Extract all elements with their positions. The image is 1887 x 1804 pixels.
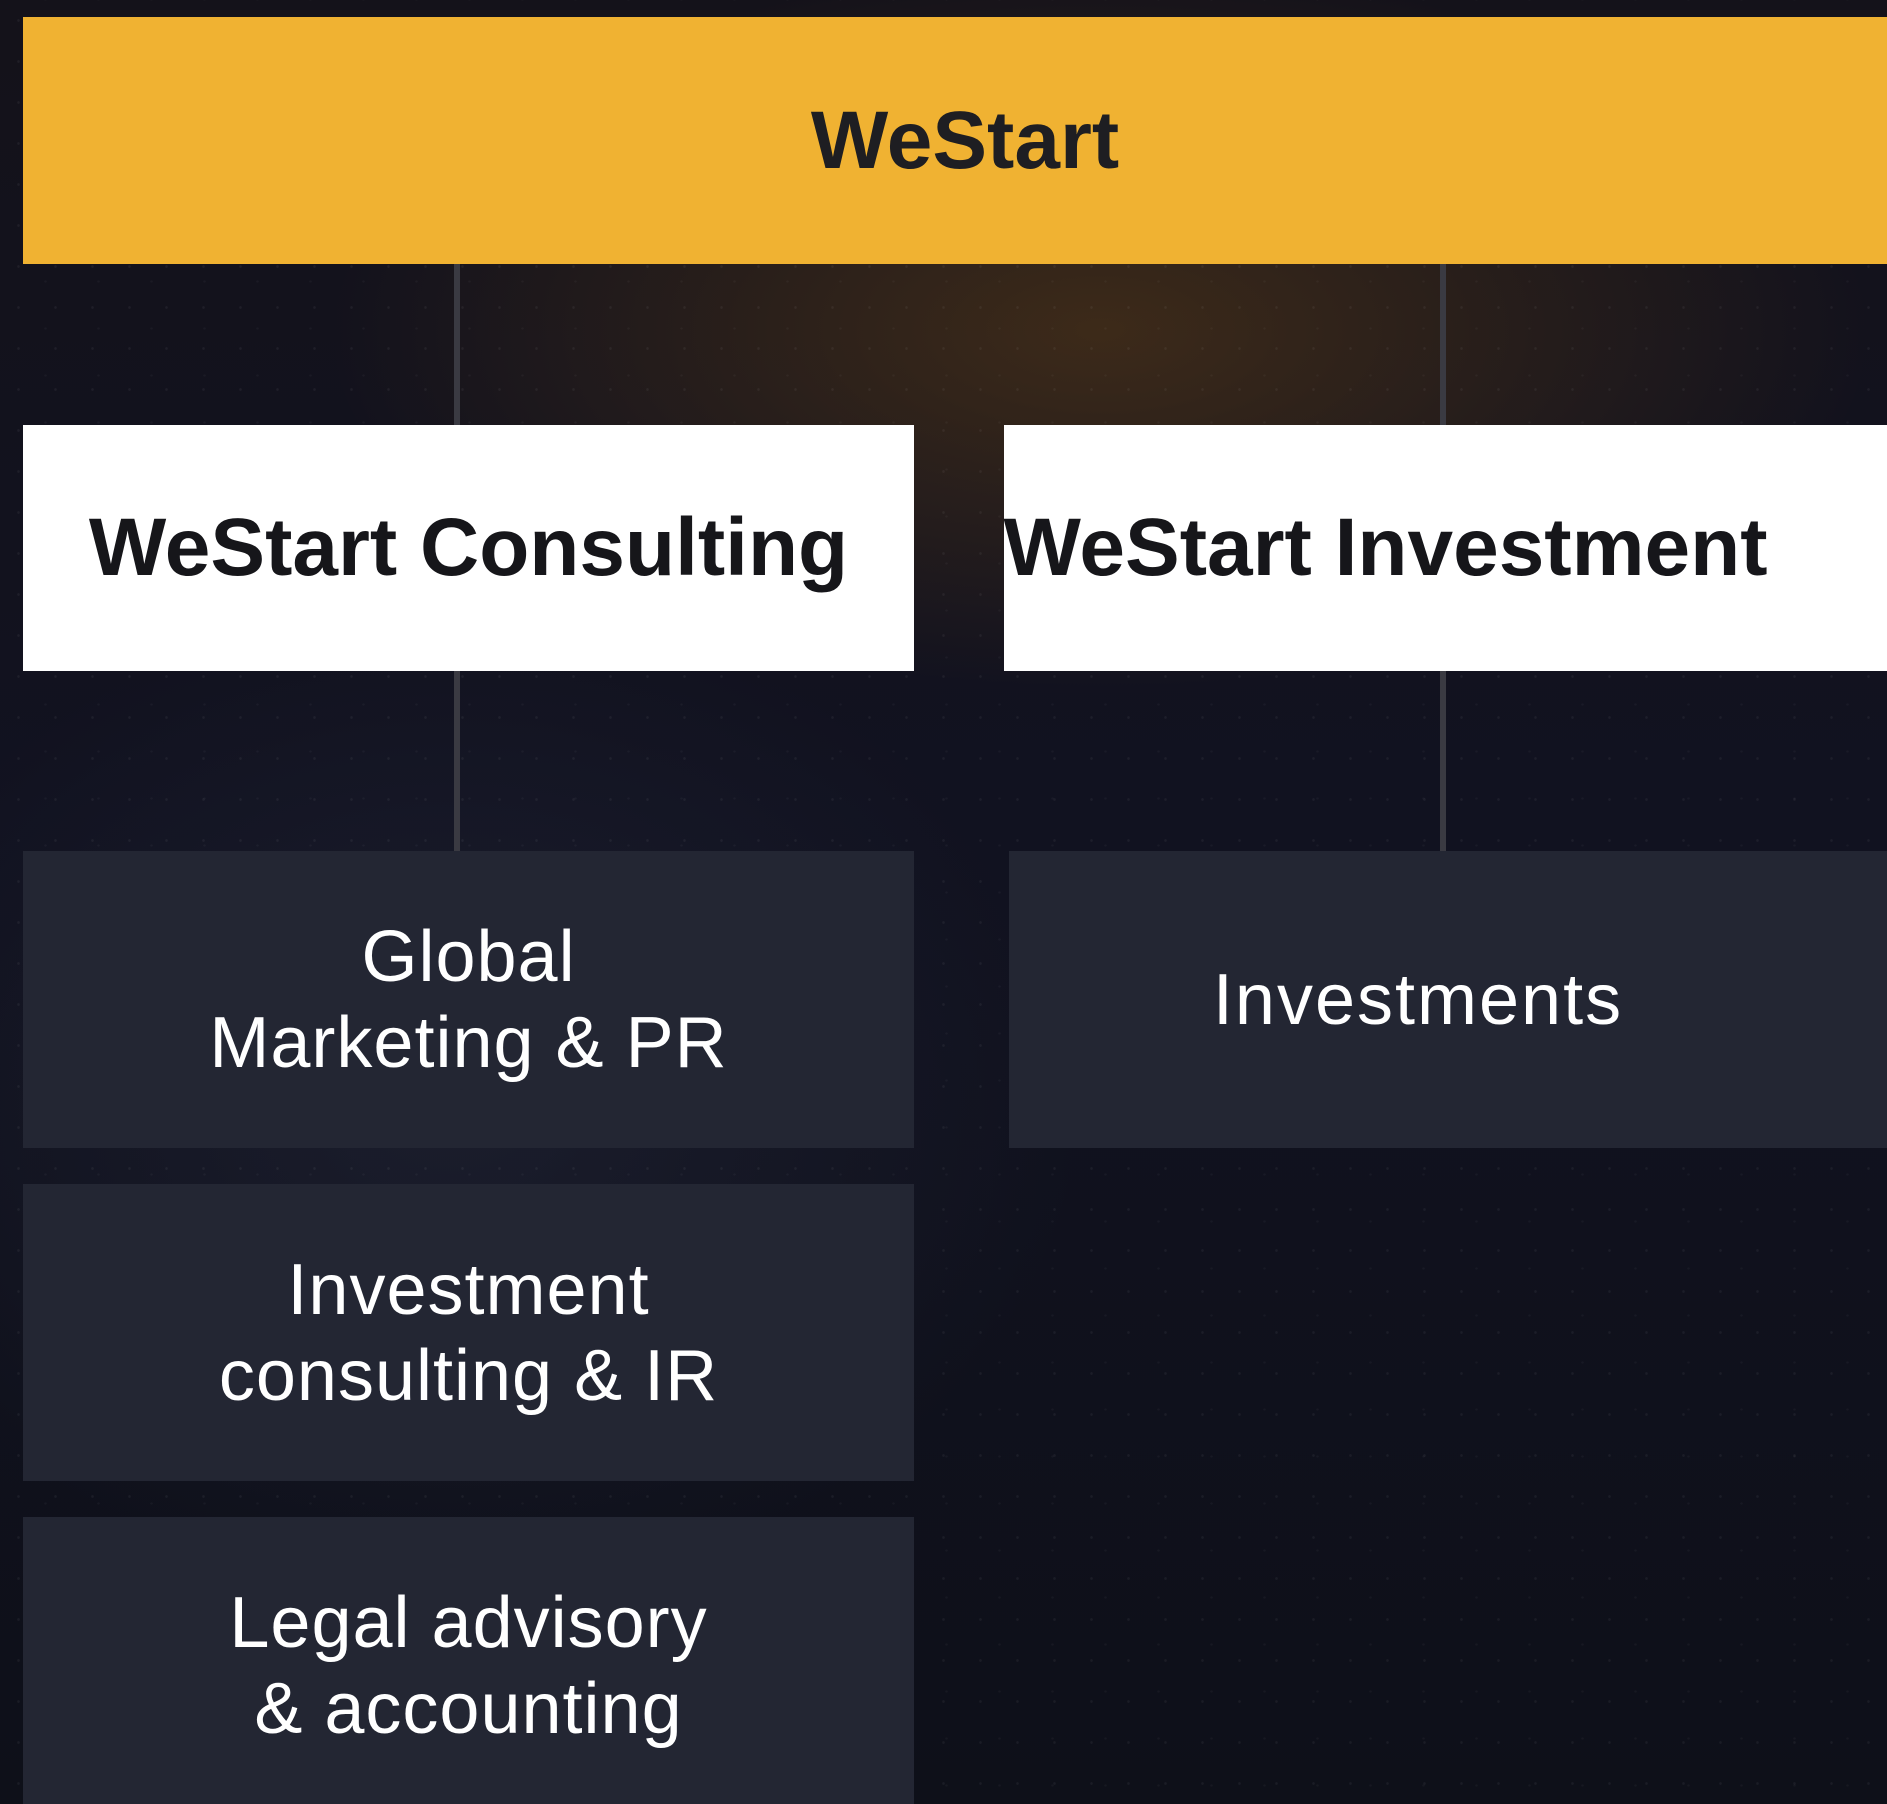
service-node-label: Legal advisory & accounting — [229, 1582, 708, 1749]
company-node-label: WeStart Investment — [1003, 502, 1768, 593]
connector-root-to-consulting — [454, 264, 460, 425]
connector-root-to-investment — [1440, 264, 1446, 425]
company-node-label: WeStart Consulting — [88, 502, 849, 593]
connector-investment-to-services — [1440, 671, 1446, 851]
service-node-investments: Investments — [1009, 851, 1887, 1148]
root-node-westart: WeStart — [23, 17, 1887, 264]
service-node-label: Investments — [1212, 959, 1624, 1040]
service-node-label: Investment consulting & IR — [218, 1249, 719, 1416]
service-node-investment-consulting: Investment consulting & IR — [23, 1184, 914, 1481]
company-node-investment: WeStart Investment — [1003, 425, 1887, 671]
root-node-label: WeStart — [810, 94, 1120, 186]
service-node-label: Global Marketing & PR — [209, 916, 728, 1083]
service-node-legal-accounting: Legal advisory & accounting — [23, 1517, 914, 1804]
service-node-marketing-pr: Global Marketing & PR — [23, 851, 914, 1148]
company-node-consulting: WeStart Consulting — [23, 425, 914, 671]
connector-consulting-to-services — [454, 671, 460, 851]
